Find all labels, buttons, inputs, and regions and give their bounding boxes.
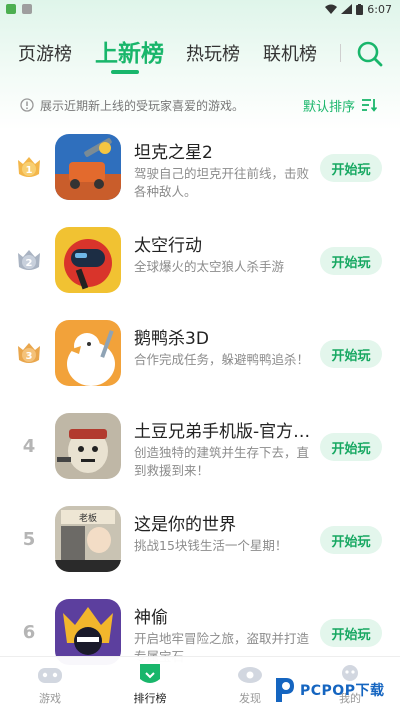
game-name: 鹅鸭杀3D [134, 329, 209, 349]
play-button[interactable]: 开始玩 [320, 619, 382, 647]
status-bar: 6:07 [0, 0, 400, 18]
game-name: 太空行动 [134, 236, 202, 256]
game-desc: 合作完成任务，躲避鸭鸭追杀！ [134, 352, 310, 367]
game-icon-tank-stars[interactable] [55, 134, 121, 200]
play-button[interactable]: 开始玩 [320, 247, 382, 275]
watermark-logo-icon [276, 678, 294, 702]
tab-new-games[interactable]: 上新榜 [95, 34, 164, 68]
game-desc: 全球爆火的太空狼人杀手游 [134, 259, 285, 274]
game-icon-brotato[interactable] [55, 413, 121, 479]
play-button[interactable]: 开始玩 [320, 154, 382, 182]
tab-divider [340, 44, 341, 62]
watermark-text: PCPOP下载 [300, 683, 385, 699]
list-description: 展示近期新上线的受玩家喜爱的游戏。 [20, 94, 300, 116]
play-button[interactable]: 开始玩 [320, 433, 382, 461]
game-name: 神偷 [134, 608, 168, 628]
rank-badge-gold: 1 [14, 152, 44, 182]
trophy-icon [140, 664, 160, 683]
active-tab-indicator [111, 70, 139, 74]
game-name: 土豆兄弟手机版-官方… [134, 422, 311, 442]
tab-multiplayer[interactable]: 联机榜 [263, 40, 317, 66]
gamepad-icon [38, 668, 62, 683]
sort-icon [362, 99, 378, 112]
game-name: 这是你的世界 [134, 515, 236, 535]
rank-badge-silver: 2 [14, 245, 44, 275]
svg-text:2: 2 [26, 258, 33, 269]
play-button[interactable]: 开始玩 [320, 340, 382, 368]
app-notification-icon [6, 4, 16, 14]
list-item[interactable]: 1 坦克之星2 驾驶自己的坦克开往前线，击败各种敌人。 开始玩 [0, 122, 400, 215]
list-item[interactable]: 3 鹅鸭杀3D 合作完成任务，躲避鸭鸭追杀！ 开始玩 [0, 308, 400, 401]
svg-text:3: 3 [26, 351, 33, 362]
nav-games[interactable]: 游戏 [20, 663, 80, 711]
watermark: PCPOP下载 [272, 672, 396, 708]
tab-hot-games[interactable]: 热玩榜 [186, 40, 240, 66]
tab-web-games[interactable]: 页游榜 [18, 40, 72, 66]
game-icon-your-world[interactable]: 老板 [55, 506, 121, 572]
rank-number: 4 [22, 435, 36, 457]
sort-label: 默认排序 [303, 99, 356, 115]
game-icon-goose-duck[interactable] [55, 320, 121, 386]
rank-badge-bronze: 3 [14, 338, 44, 368]
wifi-icon [325, 4, 338, 14]
game-name: 坦克之星2 [134, 143, 213, 163]
clock: 6:07 [367, 2, 392, 16]
svg-text:老板: 老板 [79, 512, 97, 524]
sort-button[interactable]: 默认排序 [303, 94, 378, 116]
description-text: 展示近期新上线的受玩家喜爱的游戏。 [40, 98, 245, 113]
game-icon-space-action[interactable] [55, 227, 121, 293]
notification-icon [22, 4, 32, 14]
game-desc: 挑战15块钱生活一个星期！ [134, 538, 288, 553]
nav-rankings[interactable]: 排行榜 [120, 663, 180, 711]
game-desc: 创造独特的建筑并生存下去，直到救援到来！ [134, 445, 310, 478]
play-button[interactable]: 开始玩 [320, 526, 382, 554]
game-desc: 驾驶自己的坦克开往前线，击败各种敌人。 [134, 166, 310, 199]
info-icon [20, 98, 34, 112]
signal-icon [341, 4, 353, 14]
battery-icon [356, 3, 364, 15]
rank-number: 6 [22, 621, 36, 643]
list-item[interactable]: 2 太空行动 全球爆火的太空狼人杀手游 开始玩 [0, 215, 400, 308]
search-icon[interactable] [356, 40, 384, 68]
rank-number: 5 [22, 528, 36, 550]
eye-icon [238, 667, 262, 683]
nav-discover[interactable]: 发现 [220, 663, 280, 711]
list-item[interactable]: 5 老板 这是你的世界 挑战15块钱生活一个星期！ 开始玩 [0, 494, 400, 587]
list-item[interactable]: 4 土豆兄弟手机版-官方… 创造独特的建筑并生存下去，直到救援到来！ 开始玩 [0, 401, 400, 494]
svg-text:1: 1 [26, 165, 33, 176]
